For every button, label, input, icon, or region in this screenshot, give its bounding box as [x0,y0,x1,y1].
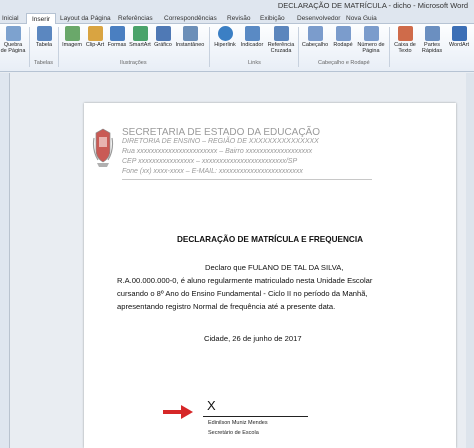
textbox-button[interactable]: Caixa de Texto [392,26,418,54]
screenshot-label: Instantâneo [175,42,205,48]
group-label-ilustracoes: Ilustrações [120,60,147,66]
group-label-links: Links [248,60,261,66]
header-button[interactable]: Cabeçalho [300,26,330,48]
textbox-icon [397,26,413,41]
cross-reference-icon [273,26,289,41]
clipart-icon [87,26,103,41]
signatory-role: Secretário de Escola [208,430,259,436]
signature-mark: X [207,398,216,413]
paragraph-line: apresentando registro Normal de frequênc… [117,302,336,311]
table-label: Tabela [35,42,53,48]
tab-inicial[interactable]: Inicial [2,14,19,24]
quick-parts-icon [424,26,440,41]
tab-referencias[interactable]: Referências [118,14,153,24]
paragraph-line: R.A.00.000.000-0, é aluno regularmente m… [117,276,373,285]
clipart-label: Clip-Art [85,42,105,48]
hyperlink-button[interactable]: Hiperlink [212,26,238,48]
group-label-tabelas: Tabelas [34,60,53,66]
picture-button[interactable]: Imagem [60,26,84,48]
tab-nova-guia[interactable]: Nova Guia [346,14,377,24]
signature-line [203,416,308,417]
page-number-label2: Página [362,48,380,54]
header-divider [122,179,372,180]
page-break-button[interactable]: Quebra de Página [0,26,26,54]
header-line-secretaria: SECRETARIA DE ESTADO DA EDUCAÇÃO [122,127,321,138]
quick-parts-label2: Rápidas [421,48,443,54]
declaration-paragraph: Declaro que FULANO DE TAL DA SILVA, R.A.… [117,261,423,313]
page-number-icon [363,26,379,41]
hyperlink-icon [217,26,233,41]
coat-of-arms-icon [92,128,114,167]
screenshot-button[interactable]: Instantâneo [174,26,206,48]
ribbon-separator [58,27,59,67]
clipart-button[interactable]: Clip-Art [84,26,106,48]
header-line-diretoria: DIRETORIA DE ENSINO – REGIÃO DE XXXXXXXX… [122,138,319,145]
tab-revisao[interactable]: Revisão [227,14,250,24]
footer-icon [335,26,351,41]
tab-desenvolvedor[interactable]: Desenvolvedor [297,14,340,24]
table-icon [36,26,52,41]
header-line-fone: Fone (xx) xxxx-xxxx – E-MAIL: xxxxxxxxxx… [122,168,303,175]
tab-layout[interactable]: Layout da Página [60,14,111,24]
wordart-icon [451,26,467,41]
smartart-button[interactable]: SmartArt [128,26,152,48]
wordart-label: WordArt [448,42,470,48]
document-title: DECLARAÇÃO DE MATRÍCULA E FREQUENCIA [176,235,364,244]
wordart-button[interactable]: WordArt [446,26,472,48]
hyperlink-label: Hiperlink [214,42,236,48]
footer-label: Rodapé [333,42,353,48]
header-label: Cabeçalho [301,42,329,48]
page-break-icon [5,26,21,41]
signatory-name: Edinilson Muniz Mendes [208,420,268,426]
ribbon-separator [29,27,30,67]
title-bar: DECLARAÇÃO DE MATRÍCULA - dicho - Micros… [0,0,474,13]
ribbon-tabs: Inicial Inserir Layout da Página Referên… [0,13,474,25]
vertical-ruler [0,73,10,448]
shapes-button[interactable]: Formas [106,26,128,48]
bookmark-label: Indicador [240,42,264,48]
header-line-cep: CEP xxxxxxxxxxxxxxxx – xxxxxxxxxxxxxxxxx… [122,158,298,165]
quick-parts-button[interactable]: Partes Rápidas [419,26,445,54]
cross-reference-button[interactable]: Referência Cruzada [266,26,296,54]
vertical-scrollbar[interactable] [466,73,474,448]
ribbon: Quebra de Página Tabela Imagem Clip-Art … [0,24,474,72]
smartart-label: SmartArt [129,42,151,48]
shapes-icon [109,26,125,41]
ribbon-separator [389,27,390,67]
smartart-icon [132,26,148,41]
header-icon [307,26,323,41]
document-date: Cidade, 26 de junho de 2017 [204,334,302,343]
page-number-button[interactable]: Número de Página [356,26,386,54]
paragraph-line: Declaro que FULANO DE TAL DA SILVA, [205,263,344,272]
shapes-label: Formas [107,42,127,48]
tab-exibicao[interactable]: Exibição [260,14,285,24]
table-button[interactable]: Tabela [32,26,56,48]
paragraph-line: cursando o 8º Ano do Ensino Fundamental … [117,289,368,298]
ribbon-separator [209,27,210,67]
footer-button[interactable]: Rodapé [331,26,355,48]
cross-reference-label2: Cruzada [270,48,292,54]
picture-label: Imagem [62,42,82,48]
chart-label: Gráfico [154,42,172,48]
textbox-label2: Texto [398,48,412,54]
window-title: DECLARAÇÃO DE MATRÍCULA - dicho - Micros… [277,1,468,10]
picture-icon [64,26,80,41]
screenshot-icon [182,26,198,41]
bookmark-button[interactable]: Indicador [239,26,265,48]
group-label-cabecalho-rodape: Cabeçalho e Rodapé [318,60,370,66]
tab-correspondencias[interactable]: Correspondências [164,14,217,24]
red-arrow-icon [163,405,193,419]
page-break-label2: de Página [0,48,26,54]
chart-button[interactable]: Gráfico [152,26,174,48]
bookmark-icon [244,26,260,41]
ribbon-separator [298,27,299,67]
chart-icon [155,26,171,41]
header-line-rua: Rua xxxxxxxxxxxxxxxxxxxxxxx – Bairro xxx… [122,148,313,155]
